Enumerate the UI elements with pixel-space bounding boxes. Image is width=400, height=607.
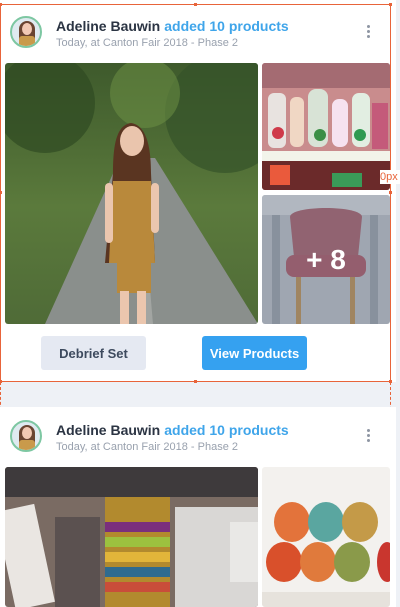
product-photo-main[interactable] xyxy=(5,467,258,607)
post-header: Adeline Bauwin added 10 products xyxy=(56,18,289,34)
spacing-label: 0px xyxy=(380,170,400,184)
post-subtitle: Today, at Canton Fair 2018 - Phase 2 xyxy=(56,441,239,453)
post-header: Adeline Bauwin added 10 products xyxy=(56,422,289,438)
product-photo-3[interactable]: + 8 xyxy=(262,195,390,324)
more-vertical-icon[interactable] xyxy=(364,25,372,43)
debrief-set-button[interactable]: Debrief Set xyxy=(41,336,146,370)
avatar[interactable] xyxy=(10,420,42,452)
product-photo-2[interactable] xyxy=(262,467,390,607)
more-photos-count[interactable]: + 8 xyxy=(262,195,390,324)
post-action[interactable]: added 10 products xyxy=(164,18,288,34)
post-action[interactable]: added 10 products xyxy=(164,422,288,438)
avatar[interactable] xyxy=(10,16,42,48)
post-card-1: Adeline Bauwin added 10 products Today, a… xyxy=(0,0,396,382)
view-products-button[interactable]: View Products xyxy=(202,336,307,370)
more-vertical-icon[interactable] xyxy=(364,429,372,447)
post-card-2: Adeline Bauwin added 10 products Today, a… xyxy=(0,407,396,607)
user-name[interactable]: Adeline Bauwin xyxy=(56,422,160,438)
product-photo-2[interactable] xyxy=(262,63,390,190)
post-subtitle: Today, at Canton Fair 2018 - Phase 2 xyxy=(56,37,239,49)
product-photo-main[interactable] xyxy=(5,63,258,324)
user-name[interactable]: Adeline Bauwin xyxy=(56,18,160,34)
